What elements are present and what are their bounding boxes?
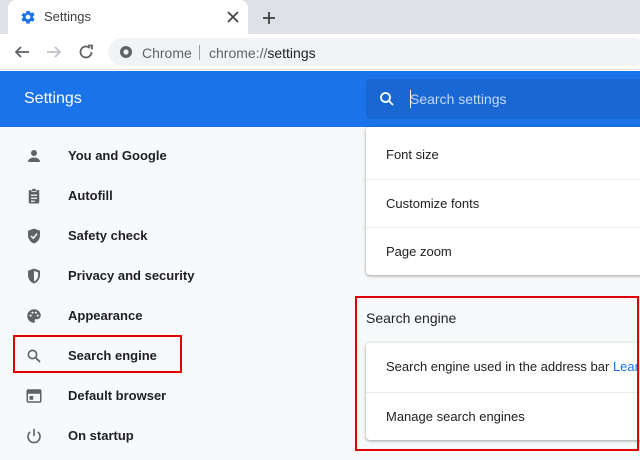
appearance-card: Font size Customize fonts Page zoom bbox=[366, 127, 640, 275]
sidebar-item-privacy-and-security[interactable]: Privacy and security bbox=[0, 255, 340, 295]
search-input[interactable] bbox=[410, 89, 640, 109]
url-path: settings bbox=[267, 45, 316, 61]
text-caret bbox=[410, 90, 411, 108]
tab-strip: Settings bbox=[0, 0, 640, 34]
sidebar-item-you-and-google[interactable]: You and Google bbox=[0, 135, 340, 175]
sidebar-item-label: Safety check bbox=[68, 228, 148, 243]
forward-arrow-icon[interactable] bbox=[43, 41, 65, 63]
close-icon[interactable] bbox=[224, 8, 242, 26]
browser-toolbar: Chrome chrome://settings bbox=[0, 34, 640, 70]
palette-icon bbox=[24, 306, 44, 326]
shield-half-icon bbox=[24, 266, 44, 286]
sidebar-item-label: Autofill bbox=[68, 188, 113, 203]
font-size-row[interactable]: Font size bbox=[366, 131, 640, 179]
search-icon bbox=[378, 90, 396, 108]
settings-header: Settings bbox=[0, 71, 640, 127]
power-icon bbox=[24, 426, 44, 446]
back-arrow-icon[interactable] bbox=[11, 41, 33, 63]
shield-check-icon bbox=[24, 226, 44, 246]
settings-search-box[interactable] bbox=[366, 79, 640, 119]
url-text: chrome://settings bbox=[209, 45, 316, 61]
new-tab-button[interactable] bbox=[258, 7, 280, 29]
sidebar-item-safety-check[interactable]: Safety check bbox=[0, 215, 340, 255]
row-label: Page zoom bbox=[386, 244, 452, 259]
row-label: Font size bbox=[386, 147, 439, 162]
sidebar-item-default-browser[interactable]: Default browser bbox=[0, 375, 340, 415]
row-label: Customize fonts bbox=[386, 196, 480, 211]
sidebar-item-autofill[interactable]: Autofill bbox=[0, 175, 340, 215]
tab-title: Settings bbox=[44, 9, 91, 24]
person-icon bbox=[24, 146, 44, 166]
url-scheme: chrome:// bbox=[209, 45, 268, 61]
page-title: Settings bbox=[24, 90, 82, 107]
sidebar-item-label: On startup bbox=[68, 428, 134, 443]
sidebar-item-label: Privacy and security bbox=[68, 268, 195, 283]
sidebar-item-appearance[interactable]: Appearance bbox=[0, 295, 340, 335]
tab-settings[interactable]: Settings bbox=[8, 0, 248, 34]
highlight-box-sidebar bbox=[13, 335, 182, 373]
reload-icon[interactable] bbox=[75, 41, 97, 63]
customize-fonts-row[interactable]: Customize fonts bbox=[366, 179, 640, 227]
address-bar[interactable]: Chrome chrome://settings bbox=[108, 38, 640, 66]
sidebar-item-label: Appearance bbox=[68, 308, 143, 323]
sidebar-item-label: You and Google bbox=[68, 148, 167, 163]
chrome-logo-icon bbox=[118, 44, 134, 60]
browser-window-icon bbox=[24, 386, 44, 406]
sidebar-item-label: Default browser bbox=[68, 388, 167, 403]
site-chip: Chrome bbox=[142, 45, 192, 61]
highlight-box-search-engine-section bbox=[355, 296, 639, 451]
sidebar-item-on-startup[interactable]: On startup bbox=[0, 415, 340, 455]
clipboard-icon bbox=[24, 186, 44, 206]
omnibox-divider bbox=[199, 45, 200, 60]
page-zoom-row[interactable]: Page zoom bbox=[366, 227, 640, 275]
gear-icon bbox=[20, 9, 36, 25]
